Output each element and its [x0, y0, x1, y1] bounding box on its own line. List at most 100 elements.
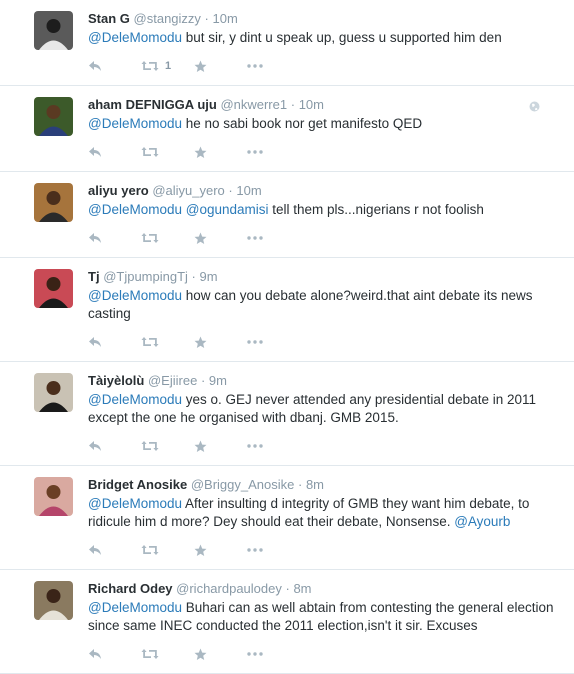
reply-button[interactable]	[88, 60, 141, 72]
tweet-header: Tàiyèlolù @Ejiiree · 9m	[88, 373, 562, 389]
tweet-text: @DeleMomodu After insulting d integrity …	[88, 495, 562, 531]
tweet-fullname[interactable]: Richard Odey	[88, 581, 173, 596]
tweet-username[interactable]: @nkwerre1	[220, 97, 287, 112]
tweet-fullname[interactable]: Tàiyèlolù	[88, 373, 144, 388]
mention-link[interactable]: @DeleMomodu	[88, 600, 182, 615]
avatar[interactable]	[34, 581, 73, 620]
tweet-username[interactable]: @TjpumpingTj	[103, 269, 188, 284]
mention-link[interactable]: @DeleMomodu	[88, 30, 182, 45]
globe-icon[interactable]	[529, 99, 540, 117]
favorite-button[interactable]	[194, 440, 247, 453]
favorite-button[interactable]	[194, 544, 247, 557]
tweet-timestamp[interactable]: 10m	[299, 97, 324, 112]
tweet-timestamp[interactable]: 10m	[236, 183, 261, 198]
tweet-text-segment: he no sabi book nor get manifesto QED	[182, 116, 423, 131]
tweet-header: Tj @TjpumpingTj · 9m	[88, 269, 562, 285]
favorite-button[interactable]	[194, 60, 247, 73]
tweet-actions	[88, 228, 562, 248]
tweet[interactable]: Richard Odey @richardpaulodey · 8m @Dele…	[0, 570, 574, 674]
tweet-username[interactable]: @richardpaulodey	[176, 581, 282, 596]
tweet-timestamp[interactable]: 8m	[306, 477, 324, 492]
tweet-header: aham DEFNIGGA uju @nkwerre1 · 10m	[88, 97, 562, 113]
tweet-fullname[interactable]: aliyu yero	[88, 183, 149, 198]
avatar[interactable]	[34, 11, 73, 50]
tweet-text: @DeleMomodu Buhari can as well abtain fr…	[88, 599, 562, 635]
avatar[interactable]	[34, 269, 73, 308]
more-button[interactable]	[247, 150, 300, 154]
tweet-actions: 1	[88, 56, 562, 76]
reply-button[interactable]	[88, 336, 141, 348]
star-icon	[194, 440, 207, 453]
separator-dot: ·	[228, 183, 233, 198]
retweet-button[interactable]	[141, 440, 194, 452]
retweet-button[interactable]	[141, 544, 194, 556]
more-icon	[247, 64, 263, 68]
mention-link[interactable]: @ogundamisi	[186, 202, 269, 217]
tweet-fullname[interactable]: Bridget Anosike	[88, 477, 187, 492]
mention-link[interactable]: @DeleMomodu	[88, 392, 182, 407]
tweet-timestamp[interactable]: 10m	[213, 11, 238, 26]
mention-link[interactable]: @Ayourb	[454, 514, 510, 529]
tweet-fullname[interactable]: Stan G	[88, 11, 130, 26]
tweet-header: Bridget Anosike @Briggy_Anosike · 8m	[88, 477, 562, 493]
more-button[interactable]	[247, 340, 300, 344]
favorite-button[interactable]	[194, 146, 247, 159]
tweet[interactable]: aham DEFNIGGA uju @nkwerre1 · 10m @DeleM…	[0, 86, 574, 172]
tweet-timeline: Stan G @stangizzy · 10m @DeleMomodu but …	[0, 0, 574, 674]
retweet-icon	[141, 60, 159, 72]
favorite-button[interactable]	[194, 648, 247, 661]
separator-dot: ·	[285, 581, 290, 596]
more-button[interactable]	[247, 236, 300, 240]
tweet-fullname[interactable]: aham DEFNIGGA uju	[88, 97, 217, 112]
avatar[interactable]	[34, 373, 73, 412]
avatar[interactable]	[34, 183, 73, 222]
tweet[interactable]: Bridget Anosike @Briggy_Anosike · 8m @De…	[0, 466, 574, 570]
tweet-timestamp[interactable]: 8m	[293, 581, 311, 596]
reply-icon	[88, 648, 102, 660]
reply-button[interactable]	[88, 440, 141, 452]
tweet-username[interactable]: @stangizzy	[134, 11, 201, 26]
more-button[interactable]	[247, 444, 300, 448]
tweet-text-segment: but sir, y dint u speak up, guess u supp…	[182, 30, 502, 45]
avatar[interactable]	[34, 477, 73, 516]
mention-link[interactable]: @DeleMomodu	[88, 116, 182, 131]
tweet[interactable]: Tj @TjpumpingTj · 9m @DeleMomodu how can…	[0, 258, 574, 362]
tweet-username[interactable]: @Briggy_Anosike	[191, 477, 295, 492]
mention-link[interactable]: @DeleMomodu	[88, 496, 182, 511]
tweet-username[interactable]: @Ejiiree	[148, 373, 197, 388]
tweet-text-segment: tell them pls...nigerians r not foolish	[268, 202, 484, 217]
retweet-button[interactable]: 1	[141, 60, 194, 72]
retweet-button[interactable]	[141, 232, 194, 244]
retweet-button[interactable]	[141, 336, 194, 348]
more-icon	[247, 340, 263, 344]
reply-button[interactable]	[88, 648, 141, 660]
favorite-button[interactable]	[194, 336, 247, 349]
more-icon	[247, 236, 263, 240]
tweet-actions	[88, 644, 562, 664]
more-button[interactable]	[247, 548, 300, 552]
reply-icon	[88, 60, 102, 72]
tweet-timestamp[interactable]: 9m	[209, 373, 227, 388]
reply-button[interactable]	[88, 544, 141, 556]
tweet-timestamp[interactable]: 9m	[200, 269, 218, 284]
separator-dot: ·	[204, 11, 209, 26]
favorite-button[interactable]	[194, 232, 247, 245]
retweet-button[interactable]	[141, 648, 194, 660]
retweet-button[interactable]	[141, 146, 194, 158]
separator-dot: ·	[290, 97, 296, 112]
more-button[interactable]	[247, 652, 300, 656]
retweet-icon	[141, 232, 159, 244]
more-button[interactable]	[247, 64, 300, 68]
star-icon	[194, 648, 207, 661]
tweet-username[interactable]: @aliyu_yero	[152, 183, 224, 198]
tweet[interactable]: aliyu yero @aliyu_yero · 10m @DeleMomodu…	[0, 172, 574, 258]
tweet[interactable]: Tàiyèlolù @Ejiiree · 9m @DeleMomodu yes …	[0, 362, 574, 466]
tweet-fullname[interactable]: Tj	[88, 269, 100, 284]
avatar[interactable]	[34, 97, 73, 136]
reply-button[interactable]	[88, 232, 141, 244]
tweet[interactable]: Stan G @stangizzy · 10m @DeleMomodu but …	[0, 0, 574, 86]
mention-link[interactable]: @DeleMomodu	[88, 202, 182, 217]
tweet-actions	[88, 332, 562, 352]
reply-button[interactable]	[88, 146, 141, 158]
mention-link[interactable]: @DeleMomodu	[88, 288, 182, 303]
